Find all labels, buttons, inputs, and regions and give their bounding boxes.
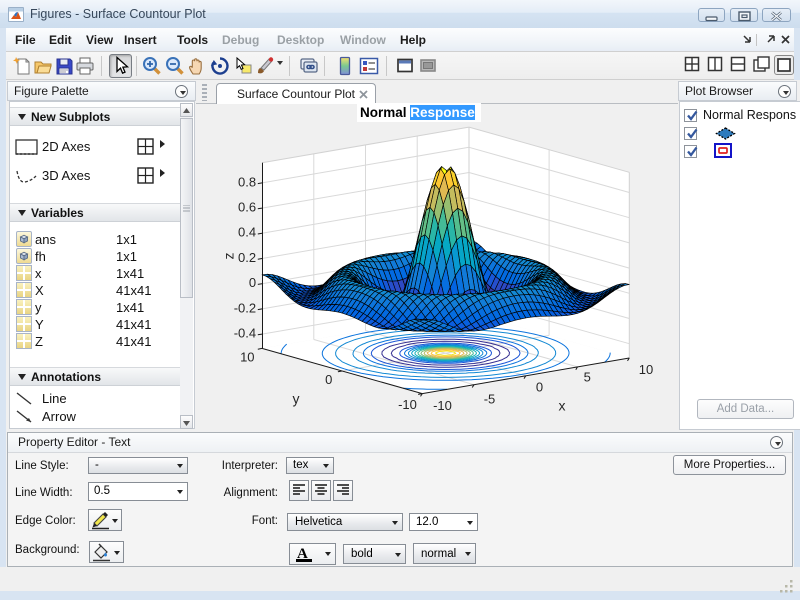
svg-text:z: z	[221, 253, 237, 260]
svg-text:0: 0	[249, 275, 256, 290]
svg-text:0.4: 0.4	[238, 225, 256, 240]
svg-text:-0.2: -0.2	[234, 300, 256, 315]
svg-text:x: x	[559, 398, 566, 414]
svg-text:-0.4: -0.4	[234, 326, 256, 341]
svg-text:0.8: 0.8	[238, 174, 256, 189]
svg-text:10: 10	[639, 362, 653, 377]
svg-text:-10: -10	[433, 398, 452, 413]
svg-text:0.6: 0.6	[238, 200, 256, 215]
svg-text:-5: -5	[484, 392, 496, 407]
svg-text:-10: -10	[398, 397, 417, 412]
svg-text:10: 10	[240, 350, 254, 365]
svg-text:0: 0	[536, 380, 543, 395]
svg-text:y: y	[293, 391, 300, 407]
svg-text:0.2: 0.2	[238, 250, 256, 265]
svg-text:5: 5	[584, 370, 591, 385]
svg-text:0: 0	[325, 372, 332, 387]
